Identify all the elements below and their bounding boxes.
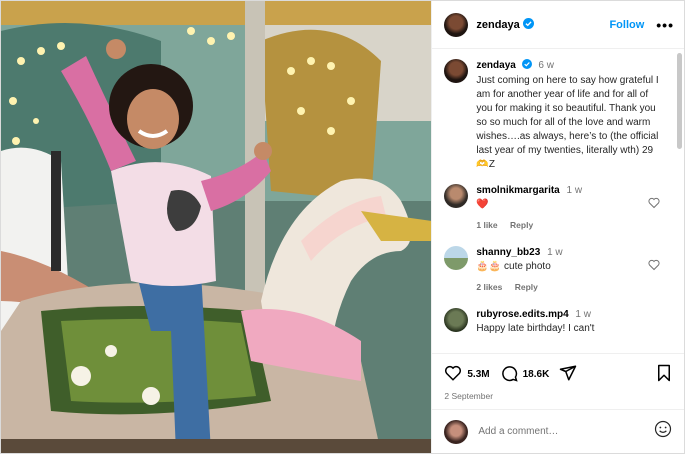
heart-icon[interactable]	[648, 258, 660, 276]
viewer-avatar[interactable]	[444, 419, 469, 444]
caption-signoff: 🫶Z	[476, 159, 495, 170]
post-modal: zendaya Follow ••• zendaya 6 w Just comi…	[0, 0, 685, 454]
comment-likes[interactable]: 2 likes	[476, 282, 502, 292]
verified-badge-icon	[522, 16, 534, 34]
comment-username[interactable]: shanny_bb23	[476, 247, 540, 258]
author-username[interactable]: zendaya	[476, 19, 519, 31]
post-actions: 5.3M 18.6K 2 September	[432, 353, 685, 410]
post-date: 2 September	[444, 391, 494, 401]
post-sidebar: zendaya Follow ••• zendaya 6 w Just comi…	[431, 1, 685, 453]
caption-time: 6 w	[538, 60, 554, 71]
like-count[interactable]: 5.3M	[467, 369, 489, 380]
caption-text: Just coming on here to say how grateful …	[476, 75, 659, 156]
emoji-smiley-icon[interactable]	[654, 420, 672, 443]
comment-count[interactable]: 18.6K	[523, 369, 550, 380]
comment-item: shanny_bb23 1 w 🎂🎂 cute photo 2 likes Re…	[432, 246, 684, 294]
more-options-icon[interactable]: •••	[656, 17, 674, 33]
bookmark-icon[interactable]	[656, 364, 672, 385]
add-comment-bar: Add a comment…	[432, 409, 685, 453]
follow-button[interactable]: Follow	[609, 19, 644, 31]
commenter-avatar[interactable]	[444, 184, 469, 208]
comment-username[interactable]: smolnikmargarita	[476, 185, 559, 196]
add-comment-input[interactable]: Add a comment…	[478, 426, 558, 437]
comment-item: rubyrose.edits.mp4 1 w Happy late birthd…	[432, 308, 684, 336]
post-caption: zendaya 6 w Just coming on here to say h…	[432, 49, 684, 172]
caption-author-avatar[interactable]	[444, 59, 469, 83]
comments-scroll-area[interactable]: zendaya 6 w Just coming on here to say h…	[432, 49, 684, 353]
comment-item: smolnikmargarita 1 w ❤️ 1 like Reply	[432, 184, 684, 232]
comment-text: ❤️	[476, 199, 489, 210]
share-send-icon[interactable]	[559, 364, 577, 385]
carousel-photo-illustration	[1, 1, 432, 453]
comment-time: 1 w	[547, 247, 563, 258]
verified-badge-icon	[521, 59, 532, 74]
commenter-avatar[interactable]	[444, 308, 469, 332]
commenter-avatar[interactable]	[444, 246, 469, 270]
comment-time: 1 w	[566, 185, 583, 196]
post-photo[interactable]	[1, 1, 432, 453]
comment-username[interactable]: rubyrose.edits.mp4	[476, 309, 568, 320]
comment-bubble-icon[interactable]	[500, 364, 518, 385]
like-heart-icon[interactable]	[444, 364, 462, 385]
reply-button[interactable]: Reply	[510, 220, 533, 230]
comment-likes[interactable]: 1 like	[476, 220, 497, 230]
scrollbar-thumb[interactable]	[677, 53, 682, 149]
author-avatar[interactable]	[444, 12, 469, 37]
comment-time: 1 w	[575, 309, 591, 320]
post-header: zendaya Follow •••	[432, 1, 684, 49]
comment-text: Happy late birthday! I can't	[476, 323, 595, 334]
caption-username[interactable]: zendaya	[476, 60, 515, 71]
comment-text: 🎂🎂 cute photo	[476, 261, 551, 272]
reply-button[interactable]: Reply	[515, 282, 538, 292]
heart-icon[interactable]	[648, 196, 660, 214]
